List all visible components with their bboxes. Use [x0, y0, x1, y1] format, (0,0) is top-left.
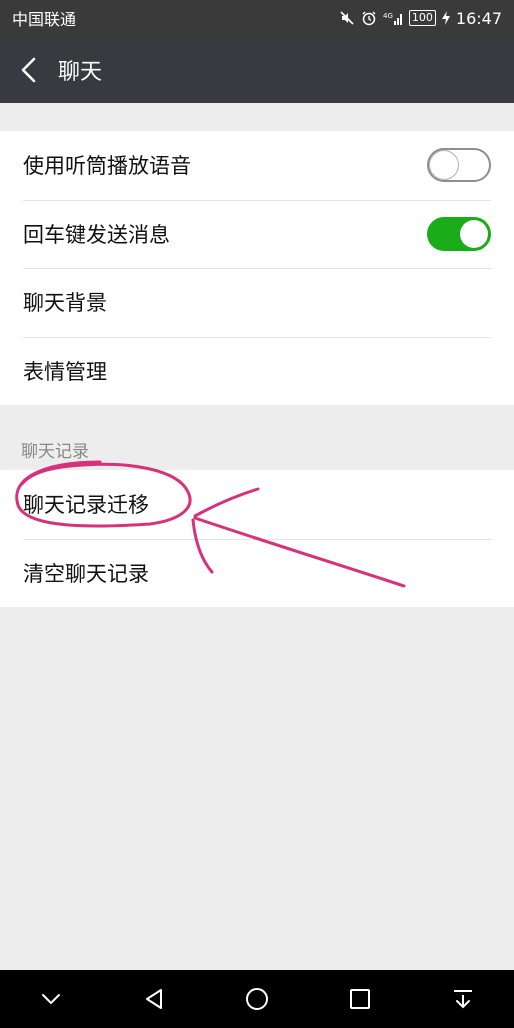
signal-4g-icon: 4G [383, 10, 403, 26]
home-circle-icon [245, 988, 268, 1010]
charging-icon [441, 10, 450, 26]
notification-pull-button[interactable] [443, 979, 483, 1019]
nav-back-button[interactable] [134, 979, 174, 1019]
carrier-label: 中国联通 [12, 10, 77, 29]
svg-text:4G: 4G [383, 12, 393, 20]
setting-label: 聊天记录迁移 [23, 493, 149, 518]
chat-history-group: 聊天记录迁移 清空聊天记录 [0, 470, 514, 607]
notification-pull-icon [453, 990, 472, 1009]
setting-label: 使用听筒播放语音 [23, 154, 191, 179]
chat-settings-group: 使用听筒播放语音 回车键发送消息 聊天背景 表情管理 [0, 131, 514, 405]
chat-history-section-header: 聊天记录 [21, 442, 89, 462]
nav-home-button[interactable] [237, 979, 277, 1019]
setting-label: 回车键发送消息 [23, 222, 170, 247]
setting-row-chat-migration[interactable]: 聊天记录迁移 [0, 470, 514, 539]
collapse-icon [42, 994, 61, 1005]
toggle-knob [460, 219, 488, 248]
collapse-button[interactable] [31, 979, 71, 1019]
setting-label: 聊天背景 [23, 291, 107, 316]
recent-square-icon [349, 989, 370, 1009]
page-title: 聊天 [58, 59, 103, 85]
back-triangle-icon [146, 989, 163, 1009]
toggle-knob [430, 151, 458, 180]
setting-label: 表情管理 [23, 359, 107, 384]
battery-icon: 100 [408, 10, 436, 26]
nav-recent-button[interactable] [340, 979, 380, 1019]
status-bar: 中国联通 4G 100 16:47 [0, 0, 514, 36]
setting-row-clear-history[interactable]: 清空聊天记录 [0, 538, 514, 608]
setting-row-chat-background[interactable]: 聊天背景 [0, 268, 514, 337]
screen: 中国联通 4G 100 16:47 聊天 使用听筒播放语音 回车键发送消息 聊天… [0, 0, 514, 1028]
status-icons: 4G 100 16:47 [339, 9, 502, 28]
clock-time: 16:47 [455, 8, 502, 28]
setting-label: 清空聊天记录 [23, 561, 149, 586]
mute-icon [339, 10, 355, 26]
enter-send-toggle[interactable] [427, 216, 491, 251]
setting-row-sticker-management[interactable]: 表情管理 [0, 336, 514, 406]
title-bar: 聊天 [0, 36, 514, 103]
setting-row-earpiece[interactable]: 使用听筒播放语音 [0, 131, 514, 200]
alarm-icon [361, 10, 377, 26]
earpiece-toggle[interactable] [427, 148, 491, 183]
back-button[interactable] [0, 36, 58, 103]
system-nav-bar [0, 970, 514, 1028]
setting-row-enter-send[interactable]: 回车键发送消息 [0, 199, 514, 269]
back-arrow-icon [21, 57, 36, 82]
